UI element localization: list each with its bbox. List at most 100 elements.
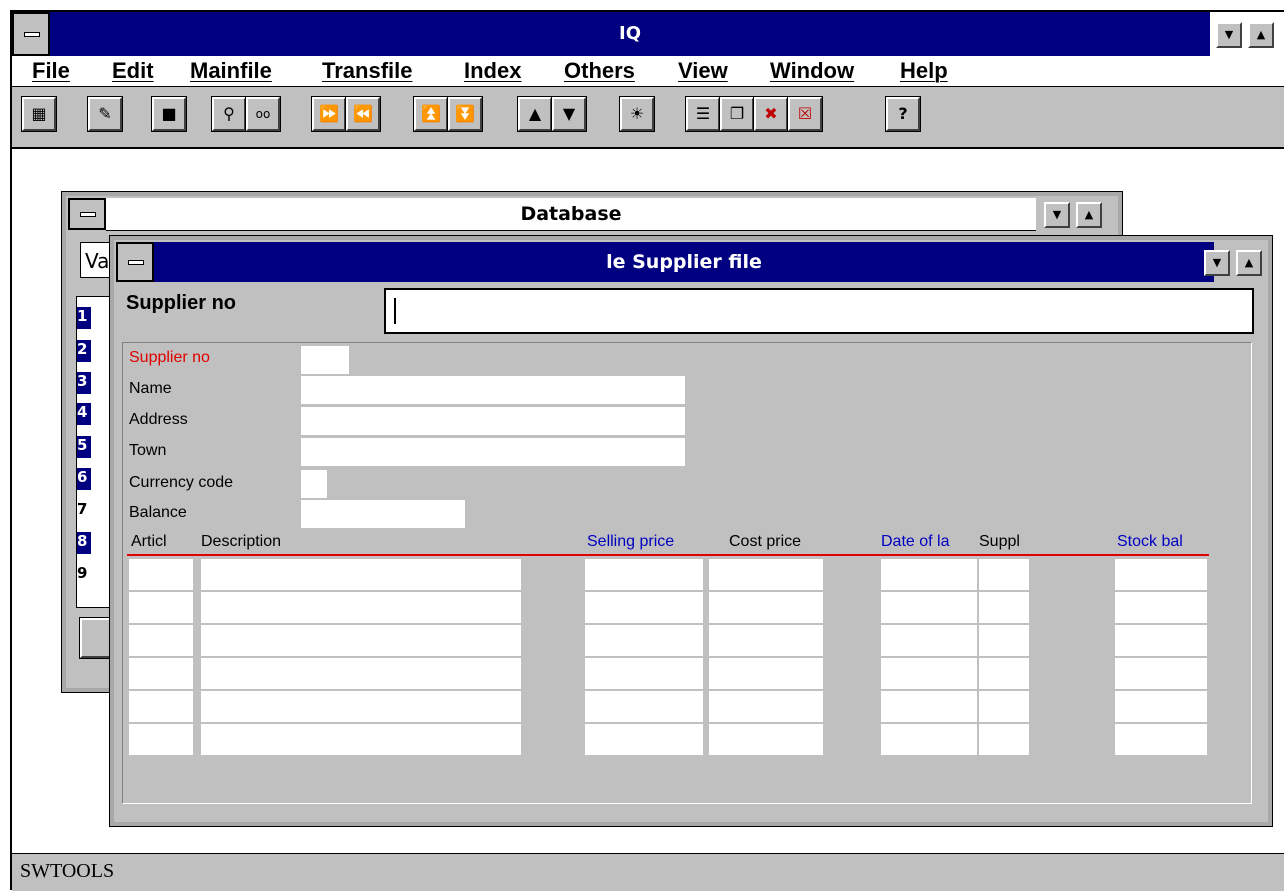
table-cell[interactable] [979,691,1029,722]
balance-field[interactable] [301,500,465,528]
menu-transfile[interactable]: Transfile [322,58,412,84]
edit-icon[interactable]: ✎ [87,96,123,132]
address-field[interactable] [301,407,685,435]
page-down-icon[interactable]: ⏬ [447,96,483,132]
app-minimize-button[interactable]: ▼ [1216,22,1242,48]
status-bar: SWTOOLS [12,853,1284,891]
cascade-icon[interactable]: ❐ [719,96,755,132]
menu-others[interactable]: Others [564,58,635,84]
fast-forward-icon[interactable]: ⏩ [311,96,347,132]
app-system-menu-button[interactable] [12,12,50,56]
balance-label: Balance [129,504,187,521]
search-icon[interactable]: ⚲ [211,96,247,132]
supplier-no-field[interactable] [301,346,349,374]
menu-bar: File Edit Mainfile Transfile Index Other… [12,56,1284,87]
name-field[interactable] [301,376,685,404]
database-maximize-button[interactable]: ▲ [1076,202,1102,228]
table-cell[interactable] [979,658,1029,689]
table-cell[interactable] [709,559,823,590]
table-cell[interactable] [709,658,823,689]
currency-code-label: Currency code [129,474,234,491]
supplier-maximize-button[interactable]: ▲ [1236,250,1262,276]
menu-file[interactable]: File [32,58,70,84]
supplier-minimize-button[interactable]: ▼ [1204,250,1230,276]
table-cell[interactable] [129,658,193,689]
list-item[interactable]: 5 [77,436,91,458]
menu-window[interactable]: Window [770,58,854,84]
table-cell[interactable] [585,658,703,689]
list-item[interactable]: 3 [77,372,91,394]
close-all-icon[interactable]: ✖ [753,96,789,132]
table-cell[interactable] [1115,559,1207,590]
supplier-window: le Supplier file ▼ ▲ Supplier no Supplie… [109,235,1273,827]
table-cell[interactable] [881,625,977,656]
calculator-icon[interactable]: ▦ [21,96,57,132]
list-item[interactable]: 6 [77,468,91,490]
town-field[interactable] [301,438,685,466]
table-cell[interactable] [1115,724,1207,755]
table-cell[interactable] [129,592,193,623]
table-cell[interactable] [1115,625,1207,656]
table-cell[interactable] [129,724,193,755]
table-cell[interactable] [709,724,823,755]
help-icon[interactable]: ? [885,96,921,132]
database-minimize-button[interactable]: ▼ [1044,202,1070,228]
menu-view[interactable]: View [678,58,728,84]
supplier-search-input[interactable] [384,288,1254,334]
list-item[interactable]: 1 [77,307,91,329]
supplier-system-menu-button[interactable] [116,242,154,282]
list-item[interactable]: 4 [77,403,91,425]
table-cell[interactable] [1115,691,1207,722]
save-icon[interactable]: ■ [151,96,187,132]
table-cell[interactable] [979,592,1029,623]
table-cell[interactable] [709,592,823,623]
table-cell[interactable] [709,691,823,722]
list-item[interactable]: 7 [77,500,91,522]
down-arrow-icon[interactable]: ▼ [551,96,587,132]
menu-edit[interactable]: Edit [112,58,154,84]
table-cell[interactable] [129,559,193,590]
table-cell[interactable] [881,658,977,689]
table-cell[interactable] [881,559,977,590]
table-cell[interactable] [979,724,1029,755]
table-cell[interactable] [1115,592,1207,623]
table-cell[interactable] [201,625,521,656]
table-cell[interactable] [881,724,977,755]
rewind-icon[interactable]: ⏪ [345,96,381,132]
table-cell[interactable] [201,592,521,623]
table-cell[interactable] [709,625,823,656]
table-cell[interactable] [881,691,977,722]
table-cell[interactable] [201,691,521,722]
table-cell[interactable] [979,559,1029,590]
menu-mainfile[interactable]: Mainfile [190,58,272,84]
table-cell[interactable] [979,625,1029,656]
table-cell[interactable] [585,724,703,755]
close-icon[interactable]: ☒ [787,96,823,132]
table-cell[interactable] [129,691,193,722]
table-cell[interactable] [585,625,703,656]
list-item[interactable]: 8 [77,532,91,554]
currency-code-field[interactable] [301,470,327,498]
table-cell[interactable] [201,658,521,689]
table-cell[interactable] [201,724,521,755]
app-maximize-button[interactable]: ▲ [1248,22,1274,48]
list-item[interactable]: 2 [77,340,91,362]
table-cell[interactable] [585,592,703,623]
table-cell[interactable] [129,625,193,656]
detail-grid [123,557,1253,757]
up-arrow-icon[interactable]: ▲ [517,96,553,132]
glasses-icon[interactable]: oo [245,96,281,132]
tile-icon[interactable]: ☰ [685,96,721,132]
bulb-icon[interactable]: ☀ [619,96,655,132]
list-item[interactable]: 9 [77,564,91,586]
database-system-menu-button[interactable] [68,198,106,230]
menu-index[interactable]: Index [464,58,521,84]
table-cell[interactable] [585,559,703,590]
table-row [123,559,1253,590]
table-cell[interactable] [201,559,521,590]
menu-help[interactable]: Help [900,58,948,84]
table-cell[interactable] [1115,658,1207,689]
page-up-icon[interactable]: ⏫ [413,96,449,132]
table-cell[interactable] [585,691,703,722]
table-cell[interactable] [881,592,977,623]
